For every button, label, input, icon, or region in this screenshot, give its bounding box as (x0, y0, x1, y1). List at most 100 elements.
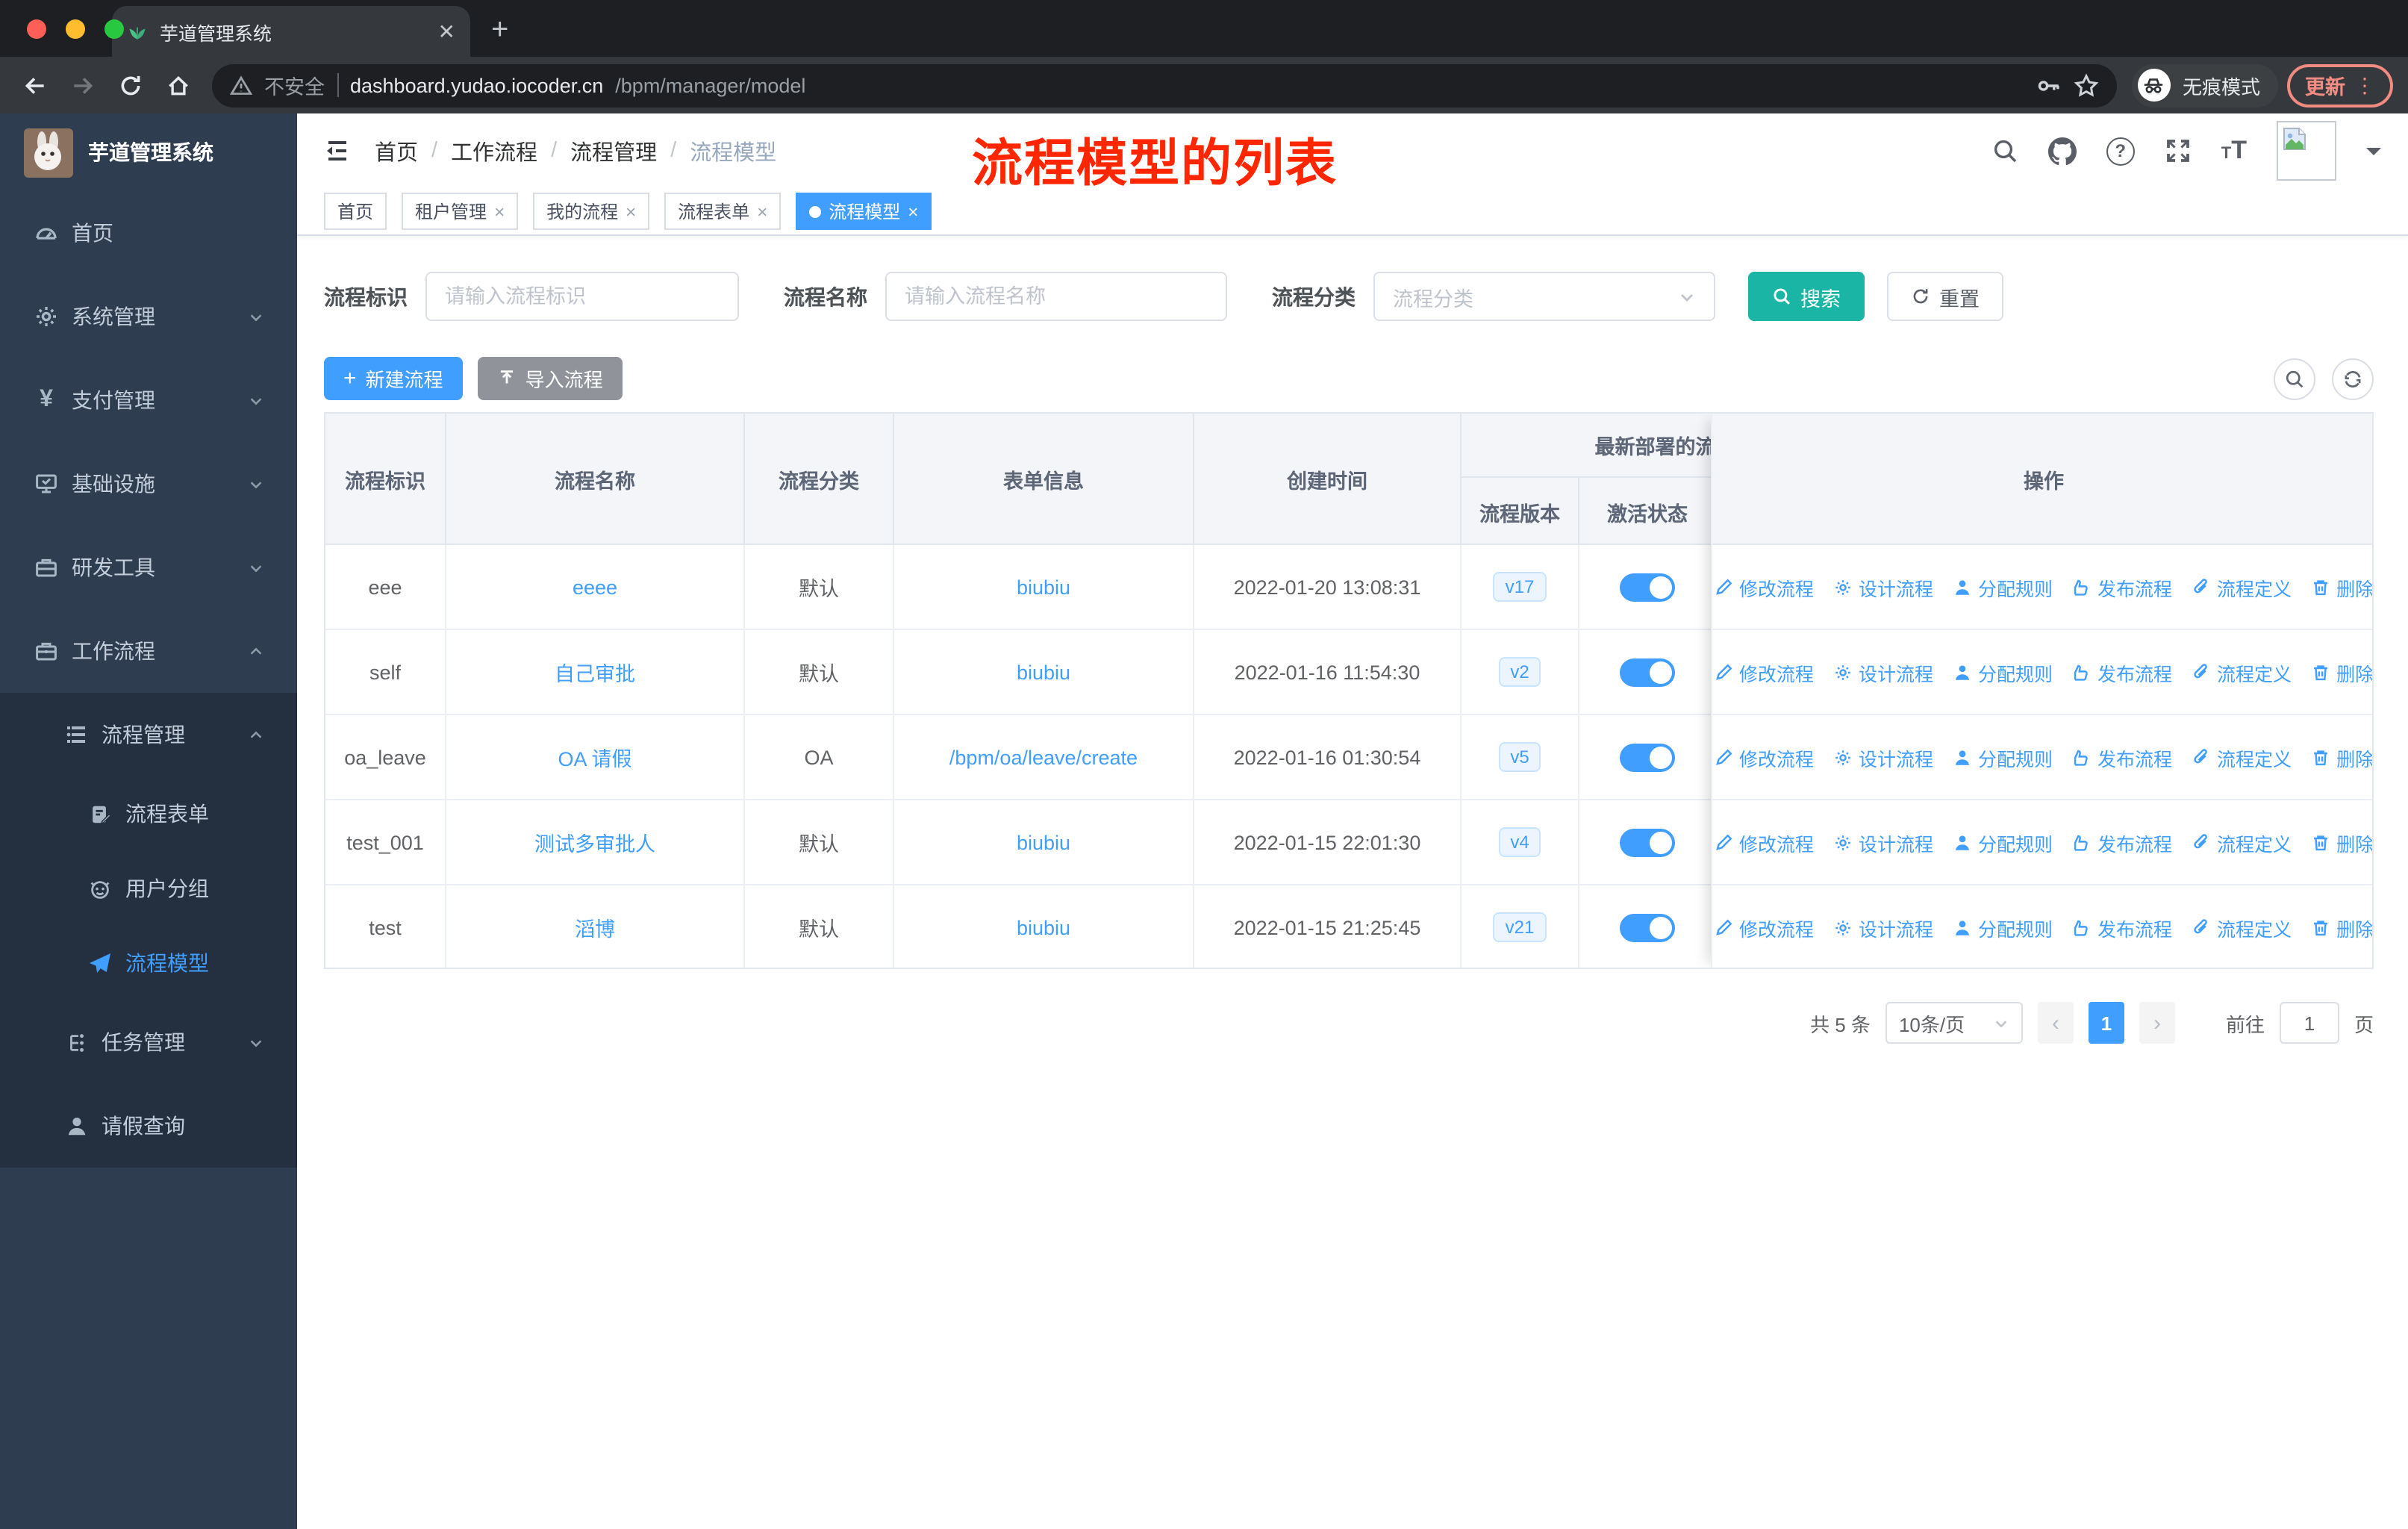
new-tab-button[interactable]: + (491, 13, 508, 48)
close-icon[interactable]: × (757, 201, 767, 222)
process-name-link[interactable]: 测试多审批人 (534, 827, 655, 857)
design-process-link[interactable]: 设计流程 (1833, 658, 1933, 686)
font-size-icon[interactable]: TT (2221, 136, 2247, 166)
process-definition-link[interactable]: 流程定义 (2192, 828, 2292, 856)
breadcrumb-workflow[interactable]: 工作流程 (451, 135, 537, 166)
sidebar-item-process-model[interactable]: 流程模型 (0, 926, 297, 1000)
activation-toggle[interactable] (1620, 573, 1675, 601)
process-name-link[interactable]: OA 请假 (558, 742, 631, 772)
browser-update-button[interactable]: 更新 ⋮ (2287, 63, 2393, 107)
password-key-icon[interactable] (2036, 72, 2062, 98)
breadcrumb-process-management[interactable]: 流程管理 (570, 135, 657, 166)
help-icon[interactable]: ? (2106, 137, 2135, 165)
zoom-window-button[interactable] (105, 19, 124, 39)
url-host[interactable]: dashboard.yudao.iocoder.cn (350, 74, 603, 96)
sidebar-item-process-form[interactable]: 流程表单 (0, 776, 297, 851)
reload-icon[interactable] (110, 66, 149, 105)
process-name-link[interactable]: 自己审批 (555, 657, 635, 687)
assign-rule-link[interactable]: 分配规则 (1953, 913, 2053, 941)
tab-close-icon[interactable]: ✕ (438, 21, 455, 42)
create-process-button[interactable]: + 新建流程 (324, 357, 463, 400)
search-icon[interactable] (1991, 137, 2018, 164)
category-select[interactable]: 流程分类 (1373, 272, 1715, 321)
sidebar-fold-icon[interactable] (324, 137, 351, 164)
delete-process-link[interactable]: 删除 (2311, 828, 2372, 856)
modify-process-link[interactable]: 修改流程 (1714, 913, 1814, 941)
design-process-link[interactable]: 设计流程 (1833, 913, 1933, 941)
url-path[interactable]: /bpm/manager/model (615, 74, 805, 96)
delete-process-link[interactable]: 删除 (2311, 573, 2372, 601)
design-process-link[interactable]: 设计流程 (1833, 573, 1933, 601)
process-definition-link[interactable]: 流程定义 (2192, 913, 2292, 941)
process-definition-link[interactable]: 流程定义 (2192, 743, 2292, 771)
form-info-link[interactable]: biubiu (1017, 831, 1070, 853)
assign-rule-link[interactable]: 分配规则 (1953, 743, 2053, 771)
process-name-input[interactable] (905, 285, 1208, 308)
sidebar-item-workflow[interactable]: 工作流程 (0, 609, 297, 693)
tag-my-process[interactable]: 我的流程 × (533, 193, 650, 230)
pager-prev-button[interactable]: ‹ (2037, 1002, 2074, 1044)
tag-home[interactable]: 首页 (324, 193, 387, 230)
pager-page-1[interactable]: 1 (2088, 1002, 2124, 1044)
refresh-table-button[interactable] (2332, 358, 2374, 399)
window-controls[interactable] (27, 19, 124, 39)
publish-process-link[interactable]: 发布流程 (2072, 658, 2172, 686)
assign-rule-link[interactable]: 分配规则 (1953, 658, 2053, 686)
fullscreen-icon[interactable] (2165, 137, 2192, 164)
design-process-link[interactable]: 设计流程 (1833, 828, 1933, 856)
sidebar-item-infrastructure[interactable]: 基础设施 (0, 442, 297, 526)
process-name-link[interactable]: eeee (573, 576, 617, 598)
sidebar-item-payment[interactable]: ¥ 支付管理 (0, 358, 297, 442)
import-process-button[interactable]: 导入流程 (477, 357, 623, 400)
forward-icon[interactable] (63, 66, 102, 105)
back-icon[interactable] (15, 66, 54, 105)
close-window-button[interactable] (27, 19, 46, 39)
avatar-caret-icon[interactable] (2366, 147, 2381, 162)
tag-tenant[interactable]: 租户管理 × (402, 193, 519, 230)
github-icon[interactable] (2047, 137, 2077, 165)
modify-process-link[interactable]: 修改流程 (1714, 828, 1814, 856)
close-icon[interactable]: × (494, 201, 505, 222)
activation-toggle[interactable] (1620, 743, 1675, 771)
form-info-link[interactable]: biubiu (1017, 661, 1070, 683)
activation-toggle[interactable] (1620, 658, 1675, 686)
goto-page-input[interactable] (2279, 1002, 2339, 1044)
process-name-link[interactable]: 滔博 (575, 912, 615, 942)
design-process-link[interactable]: 设计流程 (1833, 743, 1933, 771)
sidebar-item-user-group[interactable]: 用户分组 (0, 851, 297, 926)
tag-process-form[interactable]: 流程表单 × (664, 193, 782, 230)
form-info-link[interactable]: biubiu (1017, 576, 1070, 598)
process-definition-link[interactable]: 流程定义 (2192, 573, 2292, 601)
pager-next-button[interactable]: › (2139, 1002, 2175, 1044)
minimize-window-button[interactable] (66, 19, 85, 39)
search-button[interactable]: 搜索 (1748, 272, 1865, 321)
security-warning-icon[interactable] (230, 74, 252, 96)
close-icon[interactable]: × (626, 201, 636, 222)
bookmark-star-icon[interactable] (2074, 72, 2099, 98)
assign-rule-link[interactable]: 分配规则 (1953, 828, 2053, 856)
modify-process-link[interactable]: 修改流程 (1714, 573, 1814, 601)
toggle-search-button[interactable] (2274, 358, 2315, 399)
tag-process-model[interactable]: 流程模型 × (796, 193, 932, 230)
publish-process-link[interactable]: 发布流程 (2072, 743, 2172, 771)
home-icon[interactable] (158, 66, 197, 105)
activation-toggle[interactable] (1620, 913, 1675, 941)
sidebar-item-process-management[interactable]: 流程管理 (0, 693, 297, 776)
page-size-select[interactable]: 10条/页 (1885, 1002, 2023, 1044)
publish-process-link[interactable]: 发布流程 (2072, 828, 2172, 856)
sidebar-item-home[interactable]: 首页 (0, 191, 297, 275)
publish-process-link[interactable]: 发布流程 (2072, 573, 2172, 601)
user-avatar[interactable] (2277, 121, 2336, 181)
form-info-link[interactable]: biubiu (1017, 916, 1070, 938)
process-definition-link[interactable]: 流程定义 (2192, 658, 2292, 686)
delete-process-link[interactable]: 删除 (2311, 658, 2372, 686)
activation-toggle[interactable] (1620, 828, 1675, 856)
assign-rule-link[interactable]: 分配规则 (1953, 573, 2053, 601)
modify-process-link[interactable]: 修改流程 (1714, 743, 1814, 771)
sidebar-item-task-management[interactable]: 任务管理 (0, 1000, 297, 1084)
delete-process-link[interactable]: 删除 (2311, 743, 2372, 771)
modify-process-link[interactable]: 修改流程 (1714, 658, 1814, 686)
form-info-link[interactable]: /bpm/oa/leave/create (949, 746, 1138, 768)
security-label[interactable]: 不安全 (264, 70, 325, 100)
url-bar[interactable]: 不安全 dashboard.yudao.iocoder.cn/bpm/manag… (212, 63, 2117, 107)
